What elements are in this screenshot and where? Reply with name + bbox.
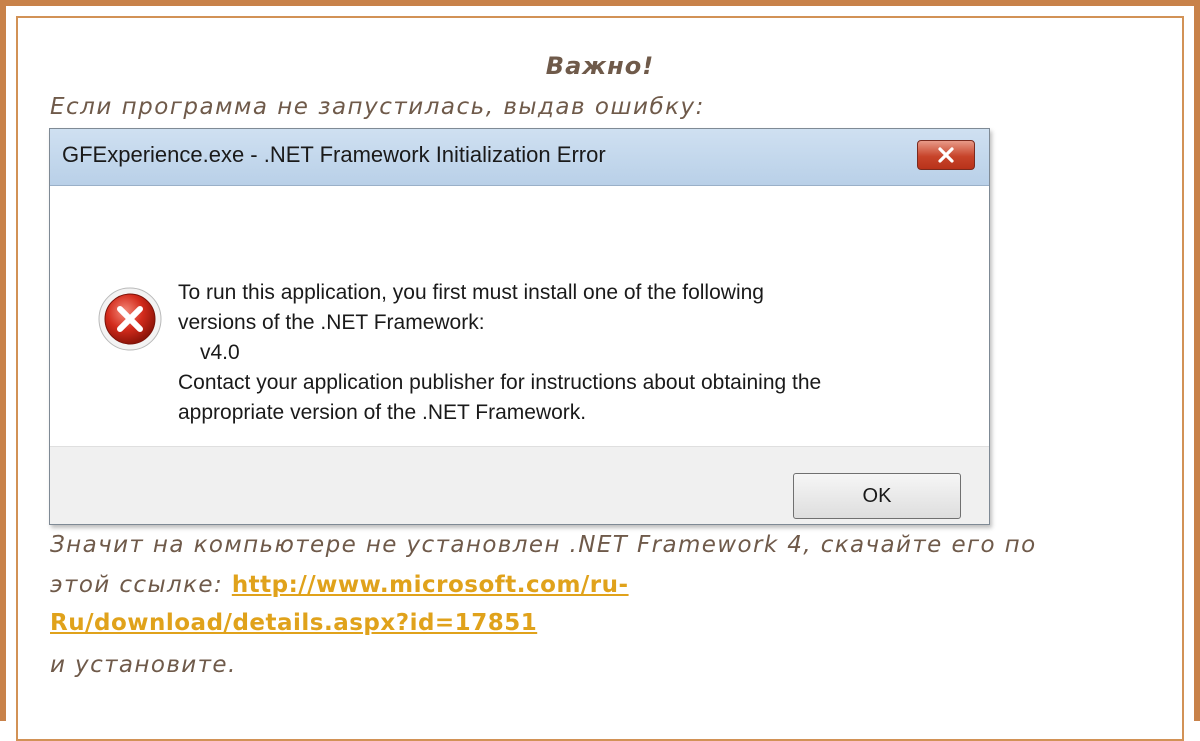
link-prefix: этой ссылке: [50, 572, 232, 598]
link-line: этой ссылке: http://www.microsoft.com/ru… [50, 572, 629, 598]
download-link-part2[interactable]: Ru/download/details.aspx?id=17851 [50, 610, 537, 636]
message-line: To run this application, you first must … [178, 281, 764, 304]
dialog-content: To run this application, you first must … [50, 186, 989, 446]
explanation-text: Значит на компьютере не установлен .NET … [50, 532, 1037, 558]
dialog-title: GFExperience.exe - .NET Framework Initia… [62, 142, 606, 167]
message-line: appropriate version of the .NET Framewor… [178, 401, 587, 424]
error-icon [98, 287, 162, 351]
intro-text: Если программа не запустилась, выдав оши… [50, 94, 705, 120]
message-line: versions of the .NET Framework: [178, 311, 485, 334]
message-line: v4.0 [200, 341, 240, 364]
notice-title: Важно! [545, 52, 655, 80]
error-dialog: GFExperience.exe - .NET Framework Initia… [49, 128, 990, 525]
close-icon [938, 147, 954, 163]
close-button[interactable] [917, 140, 975, 170]
ok-button[interactable]: OK [793, 473, 961, 519]
closing-text: и установите. [50, 652, 237, 678]
dialog-titlebar: GFExperience.exe - .NET Framework Initia… [50, 129, 989, 186]
error-message: To run this application, you first must … [178, 278, 968, 428]
message-line: Contact your application publisher for i… [178, 371, 822, 394]
download-link-part1[interactable]: http://www.microsoft.com/ru- [232, 572, 629, 598]
link-line-2: Ru/download/details.aspx?id=17851 [50, 610, 537, 636]
dialog-footer: OK [50, 446, 989, 524]
